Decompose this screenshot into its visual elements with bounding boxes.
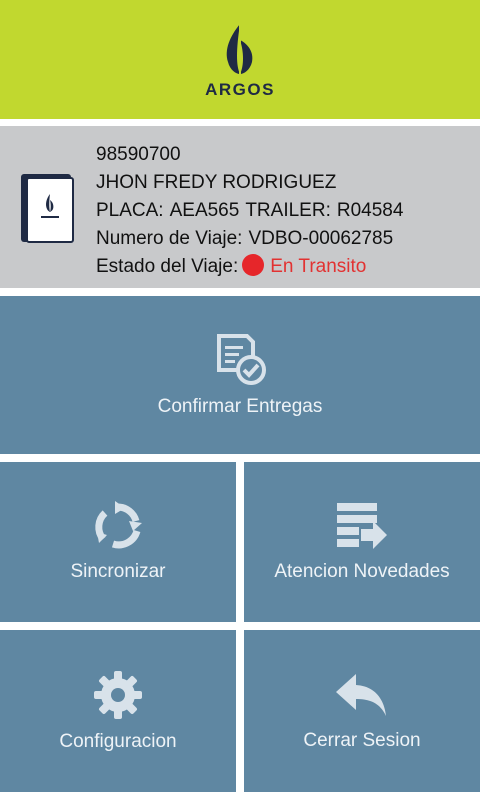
plate-line: PLACA: AEA565 TRAILER: R04584 — [96, 197, 403, 225]
attention-news-button[interactable]: Atencion Novedades — [244, 462, 480, 622]
attention-news-label: Atencion Novedades — [274, 561, 450, 582]
sync-label: Sincronizar — [70, 561, 166, 582]
trip-details: 98590700 JHON FREDY RODRIGUEZ PLACA: AEA5… — [96, 141, 403, 281]
settings-label: Configuracion — [59, 731, 177, 752]
confirm-deliveries-label: Confirmar Entregas — [157, 396, 323, 417]
trailer-label: TRAILER: — [245, 200, 331, 221]
status-label: Estado del Viaje: — [96, 256, 239, 277]
app-header: ARGOS — [0, 0, 480, 119]
trip-value: VDBO-00062785 — [248, 228, 394, 249]
confirm-deliveries-button[interactable]: Confirmar Entregas — [0, 296, 480, 454]
sync-button[interactable]: Sincronizar — [0, 462, 236, 622]
document-check-icon — [217, 334, 266, 385]
plate-label: PLACA: — [96, 200, 164, 221]
argos-logo-icon — [226, 23, 253, 74]
logout-button[interactable]: Cerrar Sesion — [244, 630, 480, 792]
brand-name: ARGOS — [205, 79, 275, 99]
reply-arrow-icon — [336, 674, 386, 716]
settings-button[interactable]: Configuracion — [0, 630, 236, 792]
plate-value: AEA565 — [169, 200, 240, 221]
gear-icon — [94, 671, 142, 719]
company-badge-icon — [21, 174, 74, 243]
trip-label: Numero de Viaje: — [96, 228, 243, 249]
status-line: Estado del Viaje: En Transito — [96, 253, 403, 281]
sync-icon — [95, 501, 142, 549]
list-forward-icon — [337, 503, 387, 549]
driver-id: 98590700 — [96, 144, 181, 165]
driver-name: JHON FREDY RODRIGUEZ — [96, 172, 337, 193]
status-value: En Transito — [270, 256, 367, 277]
trailer-value: R04584 — [336, 200, 404, 221]
trip-line: Numero de Viaje: VDBO-00062785 — [96, 225, 403, 253]
status-indicator-icon — [242, 254, 265, 276]
logout-label: Cerrar Sesion — [303, 730, 421, 751]
